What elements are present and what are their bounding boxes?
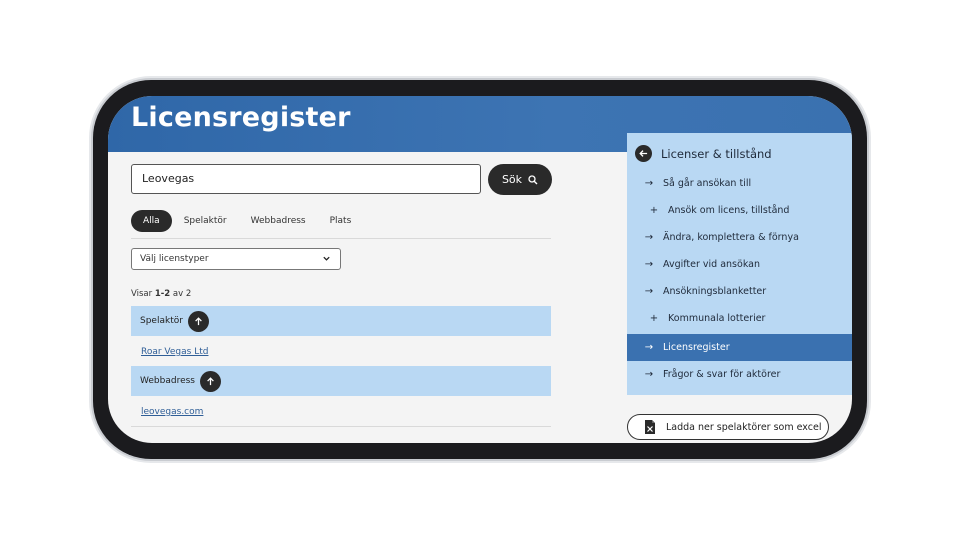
result-count-prefix: Visar xyxy=(131,289,155,299)
page-title: Licensregister xyxy=(131,102,351,133)
sidenav-heading[interactable]: Licenser & tillstånd xyxy=(635,145,772,162)
back-button[interactable] xyxy=(635,145,652,162)
sidebar-item-kommunala-lotterier[interactable]: + Kommunala lotterier xyxy=(627,305,852,332)
arrow-up-icon xyxy=(207,376,214,385)
excel-file-icon xyxy=(645,420,655,434)
result-count-suffix: av 2 xyxy=(170,289,192,299)
search-button[interactable]: Sök xyxy=(488,164,552,195)
group-heading: Spelaktör xyxy=(140,316,183,326)
result-group-header: Spelaktör xyxy=(131,306,551,336)
plus-icon: + xyxy=(649,313,659,324)
license-type-select[interactable]: Välj licenstyper xyxy=(131,248,341,270)
search-input[interactable]: Leovegas xyxy=(131,164,481,194)
arrow-right-icon: → xyxy=(644,369,654,380)
chevron-down-icon xyxy=(323,256,330,261)
sidebar-item-label: Avgifter vid ansökan xyxy=(663,259,760,270)
tab-plats[interactable]: Plats xyxy=(318,210,364,232)
arrow-right-icon: → xyxy=(644,342,654,353)
sidebar-item-andra-komplettera[interactable]: → Ändra, komplettera & förnya xyxy=(627,224,852,251)
download-excel-button[interactable]: Ladda ner spelaktörer som excel xyxy=(627,414,829,440)
sidebar-item-avgifter[interactable]: → Avgifter vid ansökan xyxy=(627,251,852,278)
sidebar-item-label: Så går ansökan till xyxy=(663,178,752,189)
arrow-right-icon: → xyxy=(644,232,654,243)
search-button-label: Sök xyxy=(501,173,523,186)
result-count-range: 1-2 xyxy=(154,289,171,299)
arrow-right-icon: → xyxy=(644,259,654,270)
side-navigation: Licenser & tillstånd → Så går ansökan ti… xyxy=(627,133,852,395)
sidebar-item-ansok-om-licens[interactable]: + Ansök om licens, tillstånd xyxy=(627,197,852,224)
sort-button[interactable] xyxy=(199,370,221,392)
download-excel-label: Ladda ner spelaktörer som excel xyxy=(666,421,822,433)
sidebar-item-label: Frågor & svar för aktörer xyxy=(663,369,781,380)
divider xyxy=(131,238,551,239)
select-value: Välj licenstyper xyxy=(140,254,209,264)
sidebar-item-label: Licensregister xyxy=(663,342,730,353)
arrow-right-icon: → xyxy=(644,178,654,189)
sidebar-item-sa-gar-ansokan-till[interactable]: → Så går ansökan till xyxy=(627,170,852,197)
arrow-right-icon: → xyxy=(644,286,654,297)
sidebar-item-ansokningsblanketter[interactable]: → Ansökningsblanketter xyxy=(627,278,852,305)
group-heading: Webbadress xyxy=(140,376,195,386)
arrow-left-icon xyxy=(639,150,648,157)
plus-icon: + xyxy=(649,205,659,216)
result-link[interactable]: leovegas.com xyxy=(141,407,203,417)
phone-screen: Licensregister Leovegas Sök Alla Spelakt… xyxy=(108,96,852,443)
phone-frame: Licensregister Leovegas Sök Alla Spelakt… xyxy=(93,80,867,459)
sidebar-item-fragor-svar[interactable]: → Frågor & svar för aktörer xyxy=(627,361,852,388)
arrow-up-icon xyxy=(195,316,202,325)
tab-spelaktor[interactable]: Spelaktör xyxy=(172,210,239,232)
sidenav-heading-label: Licenser & tillstånd xyxy=(661,146,772,161)
search-icon xyxy=(528,174,538,184)
result-group-header: Webbadress xyxy=(131,366,551,396)
sort-button[interactable] xyxy=(187,310,209,332)
sidebar-item-label: Kommunala lotterier xyxy=(668,313,766,324)
sidebar-item-label: Ansök om licens, tillstånd xyxy=(668,205,790,216)
tab-alla[interactable]: Alla xyxy=(131,210,172,232)
tab-webbadress[interactable]: Webbadress xyxy=(239,210,318,232)
sidebar-item-licensregister[interactable]: → Licensregister xyxy=(627,334,852,361)
sidebar-item-label: Ändra, komplettera & förnya xyxy=(663,232,799,243)
filter-tabs: Alla Spelaktör Webbadress Plats xyxy=(131,210,363,232)
result-count: Visar 1-2 av 2 xyxy=(131,289,191,299)
divider xyxy=(131,426,551,427)
result-link[interactable]: Roar Vegas Ltd xyxy=(141,347,208,357)
sidebar-item-label: Ansökningsblanketter xyxy=(663,286,767,297)
